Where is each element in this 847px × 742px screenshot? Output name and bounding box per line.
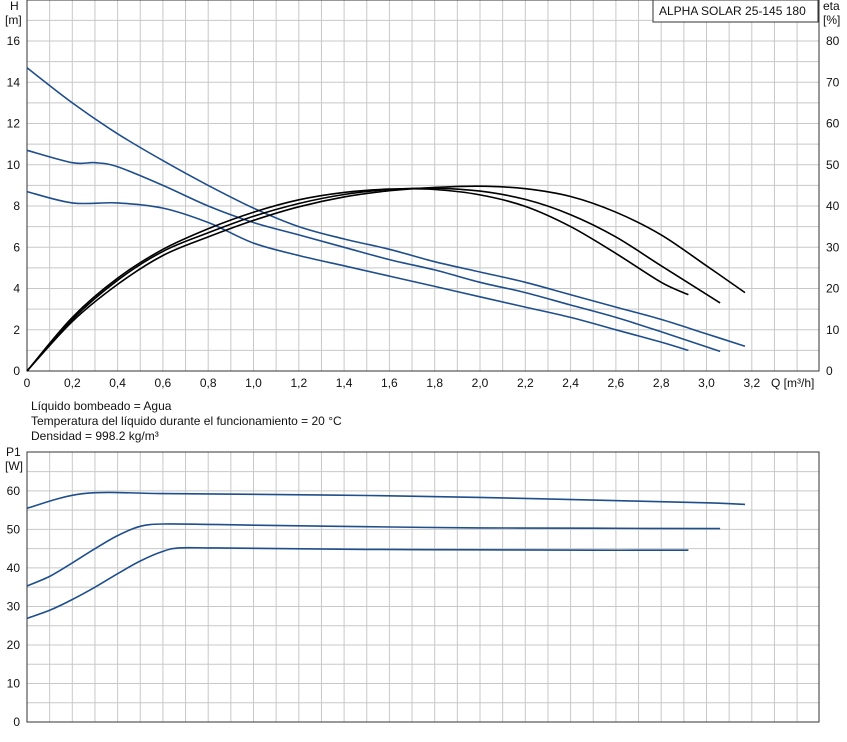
power-curve	[26, 546, 689, 620]
top-y-tick-label: 0	[13, 364, 20, 378]
bottom-y-ticks: 0 10 20 30 40 50 60	[7, 484, 21, 729]
power-curve	[26, 491, 746, 509]
info-line-temperature: Temperatura del líquido durante el funci…	[31, 414, 342, 428]
title-box-text: ALPHA SOLAR 25-145 180	[659, 4, 806, 18]
bottom-ylabel-unit: [W]	[5, 459, 23, 473]
top-y-ticks: 0 2 4 6 8 10 12 14 16	[7, 34, 21, 378]
bottom-ylabel-name: P1	[6, 445, 21, 459]
top-ylabel-name: H	[10, 0, 19, 13]
pump-curve-chart: 0 0,2 0,4 0,6 0,8 1,0 1,2 1,4 1,6 1,8 2,0 2,2 2,4 2,6…	[5, 0, 840, 729]
head-curve	[26, 67, 746, 348]
top-y2-tick-label: 50	[826, 158, 840, 172]
top-y-tick-label: 4	[13, 282, 20, 296]
top-x-tick-label: 1,0	[245, 376, 262, 390]
bottom-y-tick-label: 60	[7, 484, 21, 498]
top-y-tick-label: 2	[13, 323, 20, 337]
top-x-tick-label: 0,8	[200, 376, 217, 390]
info-line-liquid: Líquido bombeado = Agua	[31, 399, 172, 413]
top-y-tick-label: 16	[7, 34, 21, 48]
top-x-tick-label: 1,2	[290, 376, 307, 390]
bottom-series	[26, 491, 746, 620]
top-x-tick-label: 2,2	[517, 376, 534, 390]
bottom-chart: 0 10 20 30 40 50 60 P1 [W]	[5, 445, 820, 729]
top-chart: 0 0,2 0,4 0,6 0,8 1,0 1,2 1,4 1,6 1,8 2,0 2,2 2,4 2,6…	[5, 0, 840, 390]
top-x-ticks: 0 0,2 0,4 0,6 0,8 1,0 1,2 1,4 1,6 1,8 2,0 2,2 2,4 2,6…	[24, 376, 761, 390]
top-y-tick-label: 6	[13, 240, 20, 254]
top-y2-tick-label: 10	[826, 323, 840, 337]
top-y2-tick-label: 80	[826, 34, 840, 48]
info-line-density: Densidad = 998.2 kg/m³	[31, 429, 159, 443]
top-grid	[27, 0, 819, 371]
top-x-tick-label: 0	[24, 376, 31, 390]
info-block: Líquido bombeado = Agua Temperatura del …	[31, 399, 342, 443]
bottom-y-tick-label: 0	[13, 715, 20, 729]
top-y2-tick-label: 40	[826, 199, 840, 213]
top-x-tick-label: 2,4	[562, 376, 579, 390]
bottom-y-tick-label: 50	[7, 522, 21, 536]
top-x-tick-label: 3,0	[698, 376, 715, 390]
bottom-y-tick-label: 30	[7, 599, 21, 613]
top-y-tick-label: 10	[7, 158, 21, 172]
top-x-tick-label: 1,6	[381, 376, 398, 390]
top-y-tick-label: 14	[7, 75, 21, 89]
top-x-tick-label: 2,0	[472, 376, 489, 390]
top-y2-tick-label: 20	[826, 282, 840, 296]
bottom-y-tick-label: 10	[7, 676, 21, 690]
bottom-y-tick-label: 40	[7, 561, 21, 575]
top-y2label-name: eta	[823, 0, 840, 13]
bottom-y-tick-label: 20	[7, 638, 21, 652]
top-x-tick-label: 0,6	[155, 376, 172, 390]
top-y2-tick-label: 30	[826, 240, 840, 254]
top-y2-tick-label: 60	[826, 117, 840, 131]
top-ylabel-unit: [m]	[5, 13, 22, 27]
top-xlabel: Q [m³/h]	[771, 376, 814, 390]
efficiency-curve	[26, 187, 689, 372]
top-x-tick-label: 2,8	[653, 376, 670, 390]
top-y2-tick-label: 0	[826, 364, 833, 378]
top-y2label-unit: [%]	[823, 13, 840, 27]
top-series	[26, 67, 746, 372]
top-y2-tick-label: 70	[826, 75, 840, 89]
top-x-tick-label: 3,2	[743, 376, 760, 390]
top-y-tick-label: 12	[7, 117, 21, 131]
top-x-tick-label: 2,6	[608, 376, 625, 390]
top-x-tick-label: 0,4	[109, 376, 126, 390]
top-x-tick-label: 0,2	[64, 376, 81, 390]
efficiency-curve	[26, 185, 746, 372]
top-y-tick-label: 8	[13, 199, 20, 213]
top-y2-ticks: 0 10 20 30 40 50 60 70 80	[826, 34, 840, 378]
top-x-tick-label: 1,8	[426, 376, 443, 390]
top-x-tick-label: 1,4	[336, 376, 353, 390]
